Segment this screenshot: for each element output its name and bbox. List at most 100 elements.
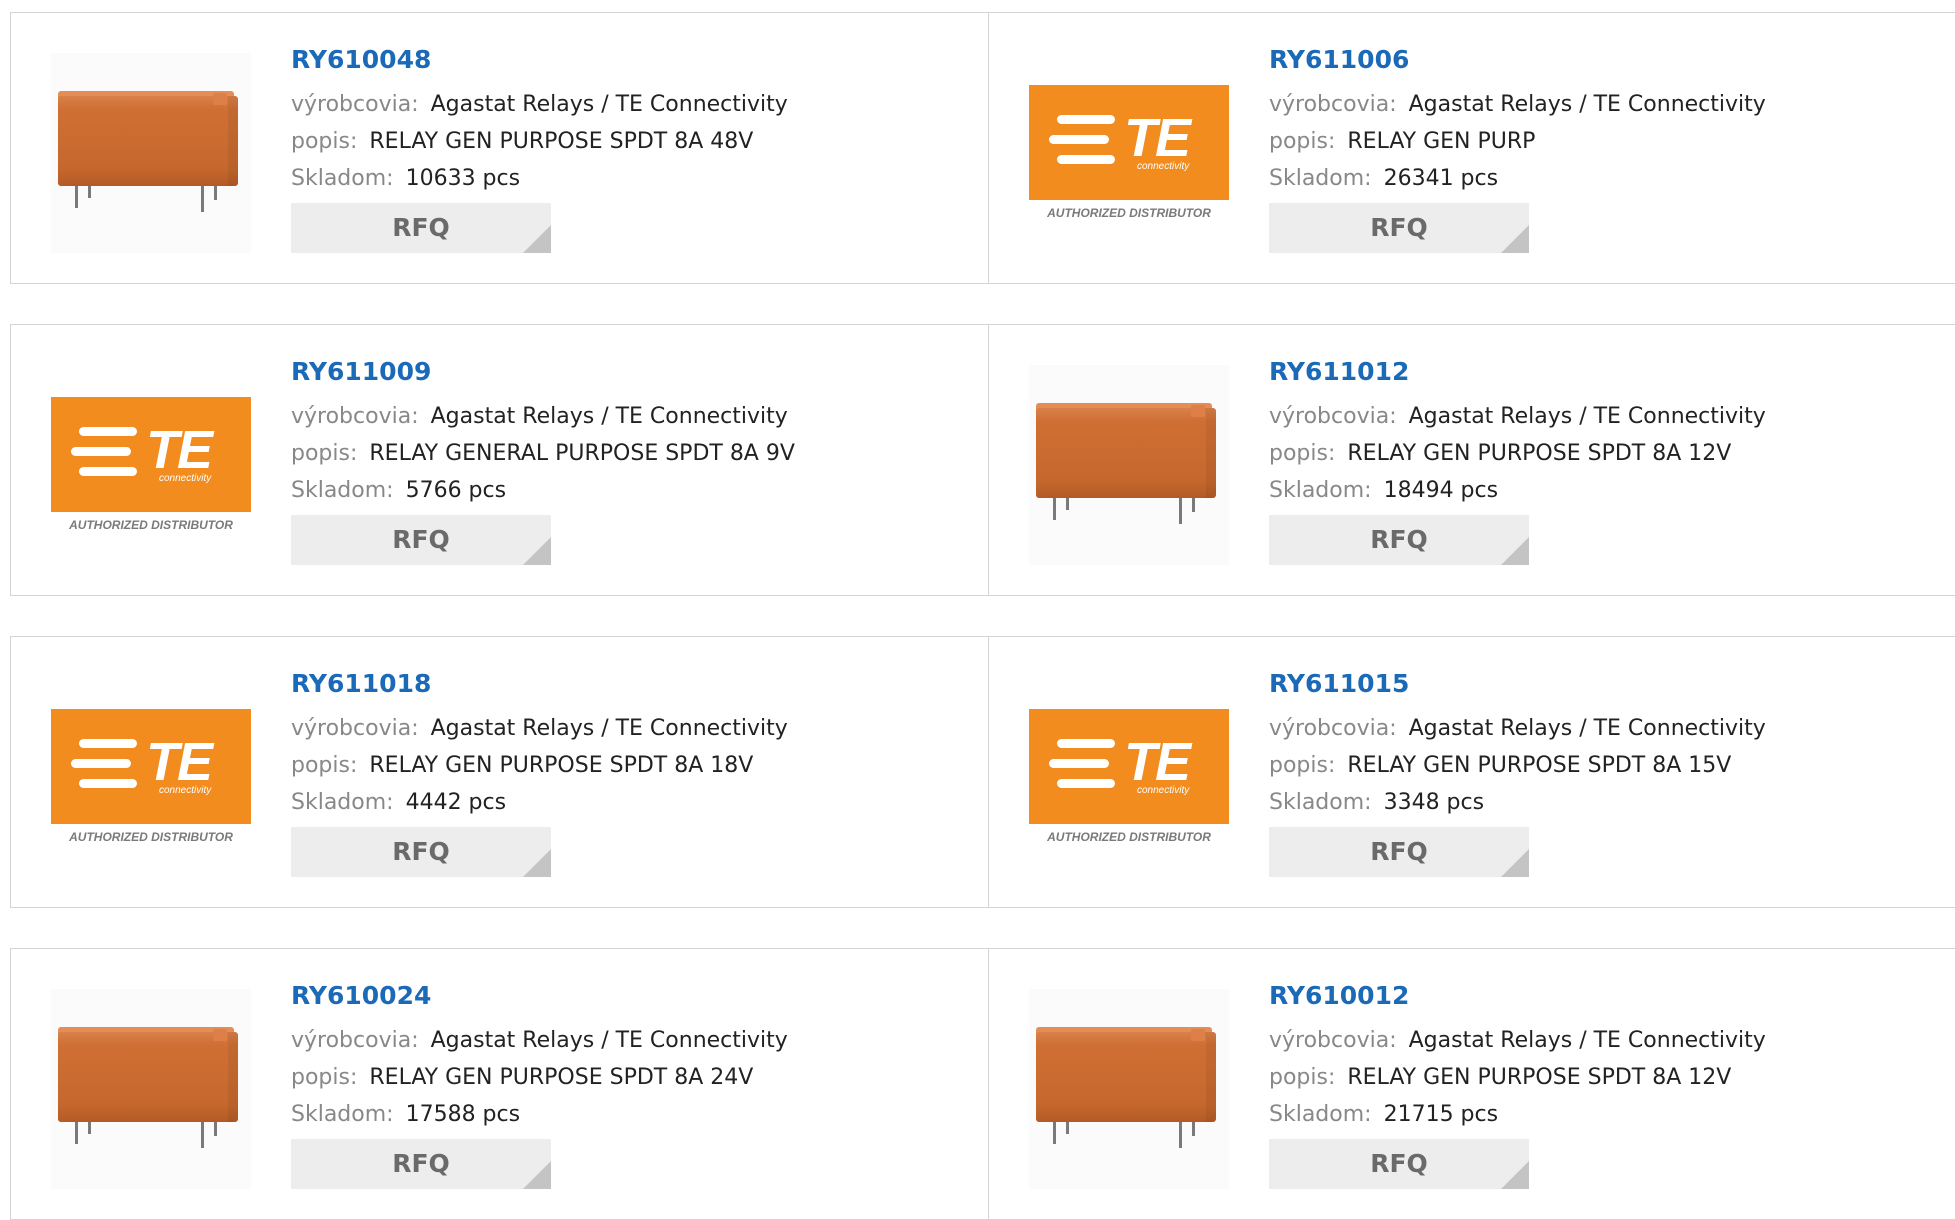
te-logo-subtitle: connectivity: [1137, 161, 1190, 172]
relay-product-image[interactable]: [1029, 365, 1229, 565]
product-card: RY610024 výrobcovia: Agastat Relays / TE C…: [11, 949, 989, 1219]
product-thumbnail[interactable]: [51, 989, 251, 1189]
product-row: TE connectivity AUTHORIZED DISTRIBUTOR RY61…: [10, 636, 1955, 908]
manufacturer-line-label: výrobcovia:: [1269, 1028, 1397, 1053]
rfq-button-label: RFQ: [1370, 213, 1428, 242]
product-row: RY610024 výrobcovia: Agastat Relays / TE C…: [10, 948, 1955, 1220]
manufacturer-line: výrobcovia: Agastat Relays / TE Connectiv…: [1269, 1022, 1766, 1059]
product-thumbnail[interactable]: TE connectivity AUTHORIZED DISTRIBUTOR: [51, 677, 251, 877]
manufacturer-line-label: výrobcovia:: [1269, 716, 1397, 741]
product-thumbnail[interactable]: [1029, 989, 1229, 1189]
rfq-button[interactable]: RFQ: [1269, 203, 1529, 253]
manufacturer-line-value: Agastat Relays / TE Connectivity: [1408, 1028, 1766, 1053]
rfq-corner-decoration: [523, 537, 551, 565]
product-thumbnail[interactable]: [1029, 365, 1229, 565]
relay-product-image[interactable]: [51, 989, 251, 1189]
description-line-value: RELAY GEN PURPOSE SPDT 8A 24V: [369, 1065, 754, 1090]
description-line: popis: RELAY GEN PURP: [1269, 123, 1766, 160]
te-connectivity-logo[interactable]: TE connectivity AUTHORIZED DISTRIBUTOR: [51, 677, 251, 877]
rfq-button[interactable]: RFQ: [291, 1139, 551, 1189]
stock-line: Skladom: 18494 pcs: [1269, 472, 1766, 509]
stock-line: Skladom: 5766 pcs: [291, 472, 795, 509]
description-line: popis: RELAY GEN PURPOSE SPDT 8A 12V: [1269, 435, 1766, 472]
description-line-label: popis:: [291, 753, 358, 778]
rfq-button-label: RFQ: [392, 1149, 450, 1178]
te-connectivity-logo[interactable]: TE connectivity AUTHORIZED DISTRIBUTOR: [1029, 677, 1229, 877]
manufacturer-line-value: Agastat Relays / TE Connectivity: [430, 92, 788, 117]
stock-line: Skladom: 26341 pcs: [1269, 160, 1766, 197]
stock-line-value: 3348 pcs: [1383, 790, 1485, 815]
stock-line-value: 4442 pcs: [405, 790, 507, 815]
product-info: RY611006 výrobcovia: Agastat Relays / TE C…: [1269, 45, 1766, 253]
product-row: TE connectivity AUTHORIZED DISTRIBUTOR RY61…: [10, 324, 1955, 596]
stock-line-label: Skladom:: [291, 166, 394, 191]
description-line-value: RELAY GEN PURPOSE SPDT 8A 12V: [1347, 1065, 1732, 1090]
rfq-button[interactable]: RFQ: [1269, 827, 1529, 877]
rfq-button-label: RFQ: [1370, 1149, 1428, 1178]
rfq-corner-decoration: [1501, 849, 1529, 877]
product-thumbnail[interactable]: TE connectivity AUTHORIZED DISTRIBUTOR: [51, 365, 251, 565]
rfq-button-label: RFQ: [392, 837, 450, 866]
product-info: RY610012 výrobcovia: Agastat Relays / TE C…: [1269, 981, 1766, 1189]
relay-product-image[interactable]: [1029, 989, 1229, 1189]
manufacturer-line: výrobcovia: Agastat Relays / TE Connectiv…: [1269, 86, 1766, 123]
rfq-corner-decoration: [1501, 225, 1529, 253]
product-thumbnail[interactable]: TE connectivity AUTHORIZED DISTRIBUTOR: [1029, 53, 1229, 253]
authorized-distributor-caption: AUTHORIZED DISTRIBUTOR: [1047, 206, 1211, 220]
product-row: RY610048 výrobcovia: Agastat Relays / TE C…: [10, 12, 1955, 284]
description-line: popis: RELAY GENERAL PURPOSE SPDT 8A 9V: [291, 435, 795, 472]
rfq-button-label: RFQ: [1370, 837, 1428, 866]
product-info: RY610024 výrobcovia: Agastat Relays / TE C…: [291, 981, 788, 1189]
product-info: RY610048 výrobcovia: Agastat Relays / TE C…: [291, 45, 788, 253]
manufacturer-line-label: výrobcovia:: [291, 1028, 419, 1053]
stock-line-label: Skladom:: [291, 790, 394, 815]
part-number-link[interactable]: RY610024: [291, 981, 788, 1010]
manufacturer-line-label: výrobcovia:: [291, 92, 419, 117]
product-card: RY610048 výrobcovia: Agastat Relays / TE C…: [11, 13, 989, 283]
part-number-link[interactable]: RY610012: [1269, 981, 1766, 1010]
part-number-link[interactable]: RY611009: [291, 357, 795, 386]
stock-line-label: Skladom:: [1269, 478, 1372, 503]
stock-line-value: 26341 pcs: [1383, 166, 1499, 191]
stock-line-label: Skladom:: [291, 478, 394, 503]
product-info: RY611018 výrobcovia: Agastat Relays / TE C…: [291, 669, 788, 877]
authorized-distributor-caption: AUTHORIZED DISTRIBUTOR: [69, 518, 233, 532]
manufacturer-line-value: Agastat Relays / TE Connectivity: [1408, 404, 1766, 429]
stock-line: Skladom: 17588 pcs: [291, 1096, 788, 1133]
description-line-value: RELAY GEN PURPOSE SPDT 8A 18V: [369, 753, 754, 778]
part-number-link[interactable]: RY611018: [291, 669, 788, 698]
part-number-link[interactable]: RY611012: [1269, 357, 1766, 386]
rfq-corner-decoration: [523, 1161, 551, 1189]
description-line-value: RELAY GEN PURPOSE SPDT 8A 48V: [369, 129, 754, 154]
stock-line-value: 10633 pcs: [405, 166, 521, 191]
rfq-button[interactable]: RFQ: [1269, 1139, 1529, 1189]
stock-line-value: 5766 pcs: [405, 478, 507, 503]
rfq-button[interactable]: RFQ: [291, 827, 551, 877]
manufacturer-line-value: Agastat Relays / TE Connectivity: [430, 404, 788, 429]
product-card: RY611012 výrobcovia: Agastat Relays / TE C…: [989, 325, 1955, 595]
description-line-label: popis:: [291, 441, 358, 466]
rfq-button[interactable]: RFQ: [291, 515, 551, 565]
part-number-link[interactable]: RY611015: [1269, 669, 1766, 698]
part-number-link[interactable]: RY610048: [291, 45, 788, 74]
te-connectivity-logo[interactable]: TE connectivity AUTHORIZED DISTRIBUTOR: [51, 365, 251, 565]
te-connectivity-logo[interactable]: TE connectivity AUTHORIZED DISTRIBUTOR: [1029, 53, 1229, 253]
description-line: popis: RELAY GEN PURPOSE SPDT 8A 15V: [1269, 747, 1766, 784]
relay-product-image[interactable]: [51, 53, 251, 253]
product-info: RY611009 výrobcovia: Agastat Relays / TE C…: [291, 357, 795, 565]
part-number-link[interactable]: RY611006: [1269, 45, 1766, 74]
product-card: TE connectivity AUTHORIZED DISTRIBUTOR RY61…: [989, 637, 1955, 907]
product-info: RY611012 výrobcovia: Agastat Relays / TE C…: [1269, 357, 1766, 565]
rfq-button-label: RFQ: [392, 525, 450, 554]
description-line-label: popis:: [291, 1065, 358, 1090]
manufacturer-line-label: výrobcovia:: [291, 716, 419, 741]
authorized-distributor-caption: AUTHORIZED DISTRIBUTOR: [1047, 830, 1211, 844]
product-thumbnail[interactable]: TE connectivity AUTHORIZED DISTRIBUTOR: [1029, 677, 1229, 877]
rfq-button[interactable]: RFQ: [1269, 515, 1529, 565]
stock-line: Skladom: 21715 pcs: [1269, 1096, 1766, 1133]
manufacturer-line: výrobcovia: Agastat Relays / TE Connectiv…: [291, 398, 795, 435]
rfq-button-label: RFQ: [392, 213, 450, 242]
rfq-button[interactable]: RFQ: [291, 203, 551, 253]
product-thumbnail[interactable]: [51, 53, 251, 253]
stock-line: Skladom: 10633 pcs: [291, 160, 788, 197]
